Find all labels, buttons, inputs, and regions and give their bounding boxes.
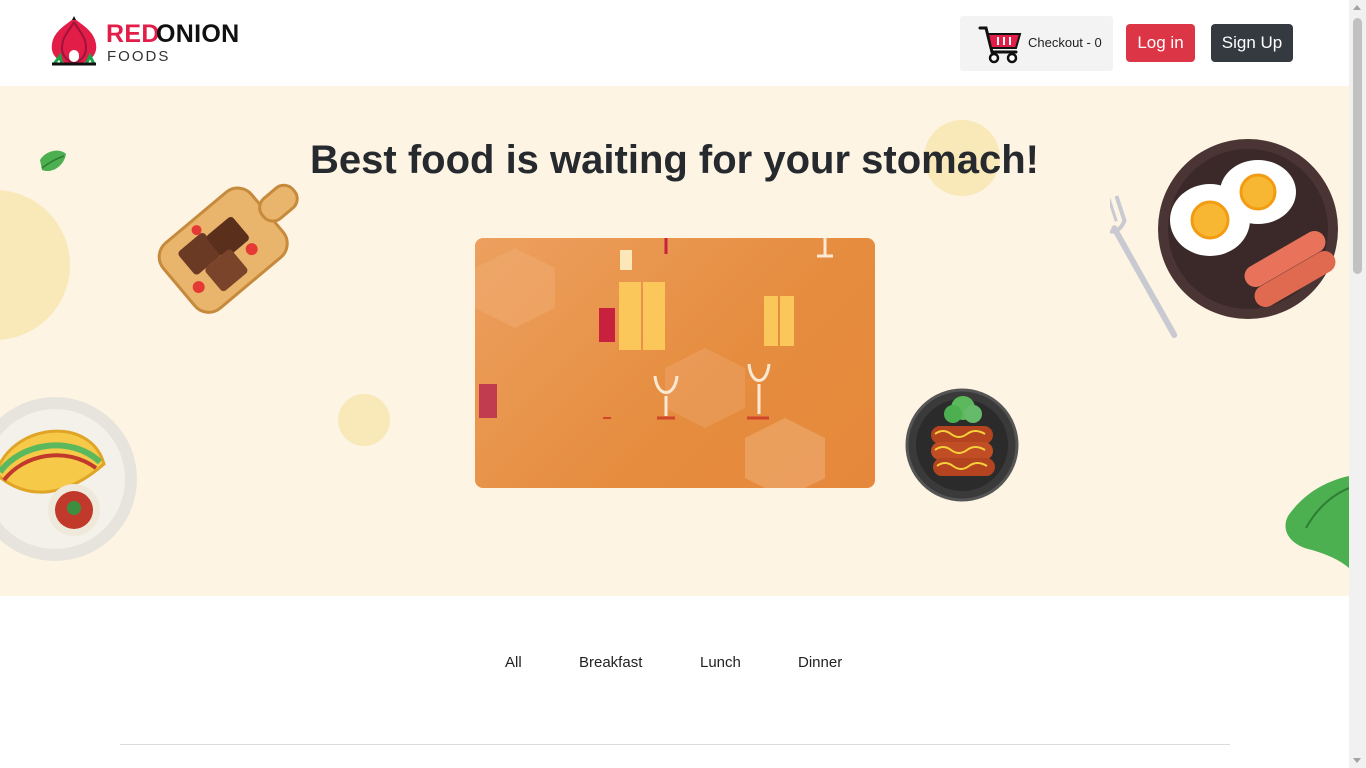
lettuce-decoration	[1285, 476, 1349, 568]
decor-circle	[338, 394, 390, 446]
signup-button[interactable]: Sign Up	[1211, 24, 1293, 62]
brand-subtitle: FOODS	[107, 48, 171, 65]
section-divider	[120, 744, 1230, 745]
shopping-cart-icon	[978, 26, 1022, 64]
sausage-plate-illustration	[905, 388, 1019, 502]
tab-dinner[interactable]: Dinner	[798, 654, 842, 671]
login-button[interactable]: Log in	[1126, 24, 1195, 62]
checkout-button[interactable]: Checkout - 0	[960, 16, 1113, 71]
page-scrollbar[interactable]	[1349, 0, 1366, 768]
taco-plate-illustration	[0, 397, 137, 561]
scroll-thumb[interactable]	[1353, 18, 1362, 274]
video-scene	[475, 238, 833, 488]
scroll-up-arrow-icon[interactable]	[1353, 5, 1361, 10]
hero-banner: Best food is waiting for your stomach!	[0, 86, 1349, 596]
brand-name-red: RED	[106, 20, 160, 48]
menu-tabs: All Breakfast Lunch Dinner	[0, 596, 1349, 768]
promo-video[interactable]	[475, 238, 875, 488]
checkout-label: Checkout - 0	[1028, 35, 1102, 50]
tab-lunch[interactable]: Lunch	[700, 654, 741, 671]
scroll-down-arrow-icon[interactable]	[1353, 758, 1361, 763]
brand-logo[interactable]: RED ONION FOODS	[48, 14, 248, 70]
brand-name-dark: ONION	[156, 20, 240, 48]
tab-breakfast[interactable]: Breakfast	[579, 654, 642, 671]
decor-circle	[0, 190, 70, 340]
onion-logo-icon	[51, 16, 97, 66]
tab-all[interactable]: All	[505, 654, 522, 671]
header: RED ONION FOODS Checkout - 0 Log in Sign…	[0, 0, 1349, 86]
eggs-plate-illustration	[1110, 139, 1338, 338]
